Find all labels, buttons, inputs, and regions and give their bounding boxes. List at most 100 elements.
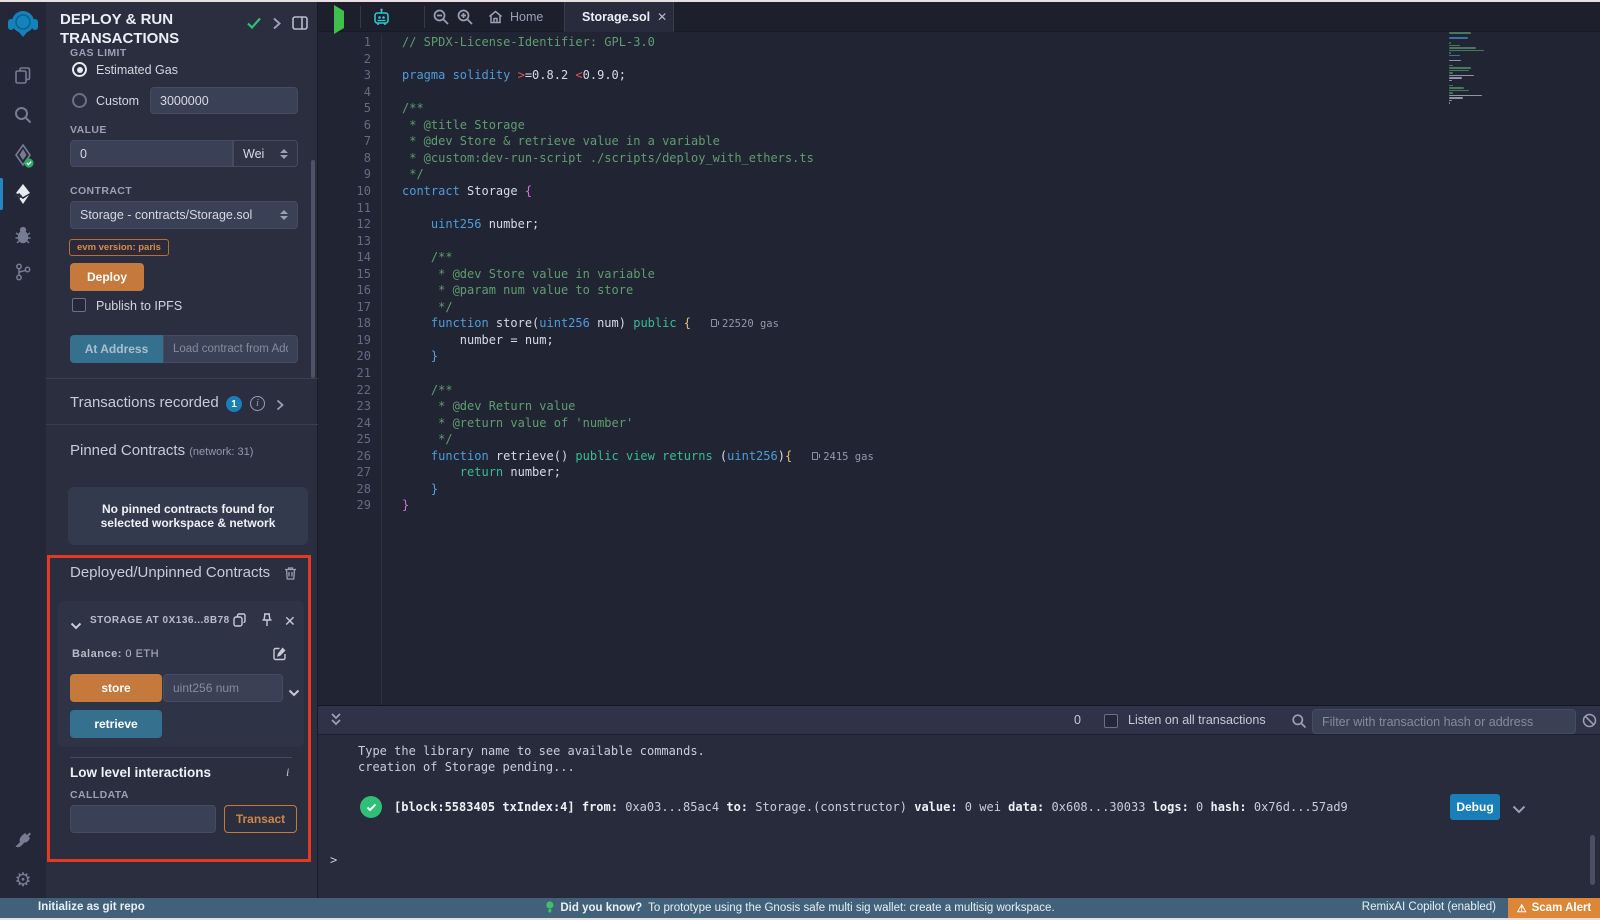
contract-collapse-chevron-icon[interactable] [70,617,82,635]
debug-button[interactable]: Debug [1450,794,1500,820]
zoom-out-button[interactable] [432,8,450,31]
divider [46,378,318,379]
terminal-search-icon[interactable] [1291,713,1307,734]
transactions-expand-chevron-icon[interactable] [276,398,284,416]
sidebar-item-search[interactable] [0,99,46,131]
code-line[interactable]: * @dev Store value in variable [402,266,655,283]
code-line[interactable]: uint256 number; [402,216,539,233]
code-line[interactable]: pragma solidity >=0.8.2 <0.9.0; [402,67,626,84]
line-number: 5 [364,100,371,117]
custom-gas-input[interactable] [150,87,298,114]
terminal-prompt[interactable]: > [330,853,337,867]
code-line[interactable]: contract Storage { [402,183,532,200]
code-line[interactable]: number = num; [402,332,554,349]
tab-home[interactable]: Home [478,2,553,32]
retrieve-function-button[interactable]: retrieve [70,710,162,738]
custom-gas-radio[interactable] [72,93,87,108]
tab-storage-sol-active[interactable]: Storage.sol ✕ [564,2,674,32]
line-number: 21 [357,365,371,382]
ai-copilot-button[interactable] [372,8,391,31]
copy-address-icon[interactable] [232,612,247,633]
clear-deployed-trash-icon[interactable] [284,566,297,585]
code-line[interactable]: * @dev Return value [402,398,575,415]
transaction-log-line[interactable]: [block:5583405 txIndex:4] from: 0xa03...… [394,800,1348,814]
value-unit-select[interactable]: Wei [233,140,298,167]
edit-balance-icon[interactable] [272,645,288,666]
terminal-filter-input[interactable] [1312,709,1576,734]
code-line[interactable]: * @dev Store & retrieve value in a varia… [402,133,720,150]
run-script-button[interactable] [334,11,344,29]
collapse-terminal-button[interactable] [330,712,342,733]
low-level-interactions-title: Low level interactions [70,765,211,780]
line-number: 10 [357,183,371,200]
panel-scrollbar[interactable] [311,160,315,378]
deploy-run-panel: DEPLOY & RUN TRANSACTIONS GAS LIMIT Esti… [46,2,318,898]
code-line[interactable]: /** [402,382,453,399]
expand-args-chevron-icon[interactable] [288,684,300,702]
remix-logo[interactable] [0,8,46,40]
store-args-input[interactable] [163,674,283,702]
evm-version-badge: evm version: paris [69,239,169,256]
sidebar-item-plugin-manager[interactable] [0,824,46,856]
remove-contract-close-icon[interactable]: ✕ [284,613,296,630]
code-line[interactable]: /** [402,249,453,266]
pin-panel-icon[interactable] [292,16,308,35]
sidebar-item-file-explorer[interactable] [0,60,46,92]
sidebar-item-git[interactable] [0,256,46,288]
at-address-input[interactable] [163,335,298,363]
at-address-button[interactable]: At Address [70,335,163,363]
code-line[interactable]: } [402,497,409,514]
low-level-info-icon[interactable]: i [286,765,289,780]
code-line[interactable]: * @param num value to store [402,282,633,299]
panel-forward-chevron-icon[interactable] [272,17,281,35]
code-line[interactable]: */ [402,299,453,316]
transactions-info-icon[interactable]: i [250,396,265,411]
did-you-know-tip: Did you know? To prototype using the Gno… [545,901,1054,914]
store-function-button[interactable]: store [70,674,162,702]
solidity-compiler-icon [12,144,34,168]
value-input[interactable] [70,140,233,167]
tx-success-check-icon [360,796,382,818]
code-line[interactable]: } [402,481,438,498]
code-line[interactable]: function retrieve() public view returns … [402,448,874,466]
deploy-button[interactable]: Deploy [70,263,144,291]
code-editor-content[interactable]: // SPDX-License-Identifier: GPL-3.0 pragm… [402,34,1530,705]
code-line[interactable]: // SPDX-License-Identifier: GPL-3.0 [402,34,655,51]
close-tab-icon[interactable]: ✕ [657,10,667,24]
zoom-in-icon [456,8,474,26]
copilot-status[interactable]: RemixAI Copilot (enabled) [1362,901,1496,913]
sidebar-item-solidity-compiler[interactable] [0,140,46,172]
clear-console-icon[interactable] [1582,713,1597,733]
bug-icon [13,225,33,245]
code-line[interactable]: * @custom:dev-run-script ./scripts/deplo… [402,150,814,167]
init-git-repo-button[interactable]: Initialize as git repo [38,901,145,913]
code-line[interactable]: * @title Storage [402,117,525,134]
publish-ipfs-checkbox[interactable] [72,298,86,312]
scam-alert-button[interactable]: ⚠ Scam Alert [1508,898,1600,918]
code-line[interactable]: } [402,348,438,365]
sidebar-item-settings[interactable]: ⚙ [0,864,46,896]
git-branch-icon [13,262,33,282]
listen-all-transactions-checkbox[interactable] [1104,714,1118,728]
expand-tx-chevron-icon[interactable] [1512,801,1526,819]
zoom-in-button[interactable] [456,8,474,31]
publish-ipfs-label: Publish to IPFS [96,299,182,313]
terminal-scrollbar[interactable] [1590,835,1595,885]
code-line[interactable]: function store(uint256 num) public {2252… [402,315,779,333]
code-line[interactable]: /** [402,100,424,117]
line-number: 8 [364,150,371,167]
sidebar-item-debugger[interactable] [0,219,46,251]
estimated-gas-radio[interactable] [72,62,87,77]
code-line[interactable]: return number; [402,464,561,481]
code-line[interactable]: */ [402,431,453,448]
line-number: 26 [357,448,371,465]
code-line[interactable]: * @return value of 'number' [402,415,633,432]
code-line[interactable]: */ [402,166,424,183]
calldata-input[interactable] [70,805,216,833]
plug-icon [13,830,33,850]
contract-select[interactable]: Storage - contracts/Storage.sol [70,201,298,229]
pin-contract-icon[interactable] [260,612,274,633]
line-number: 24 [357,415,371,432]
editor-minimap[interactable] [1449,32,1509,112]
transact-button[interactable]: Transact [224,805,297,833]
